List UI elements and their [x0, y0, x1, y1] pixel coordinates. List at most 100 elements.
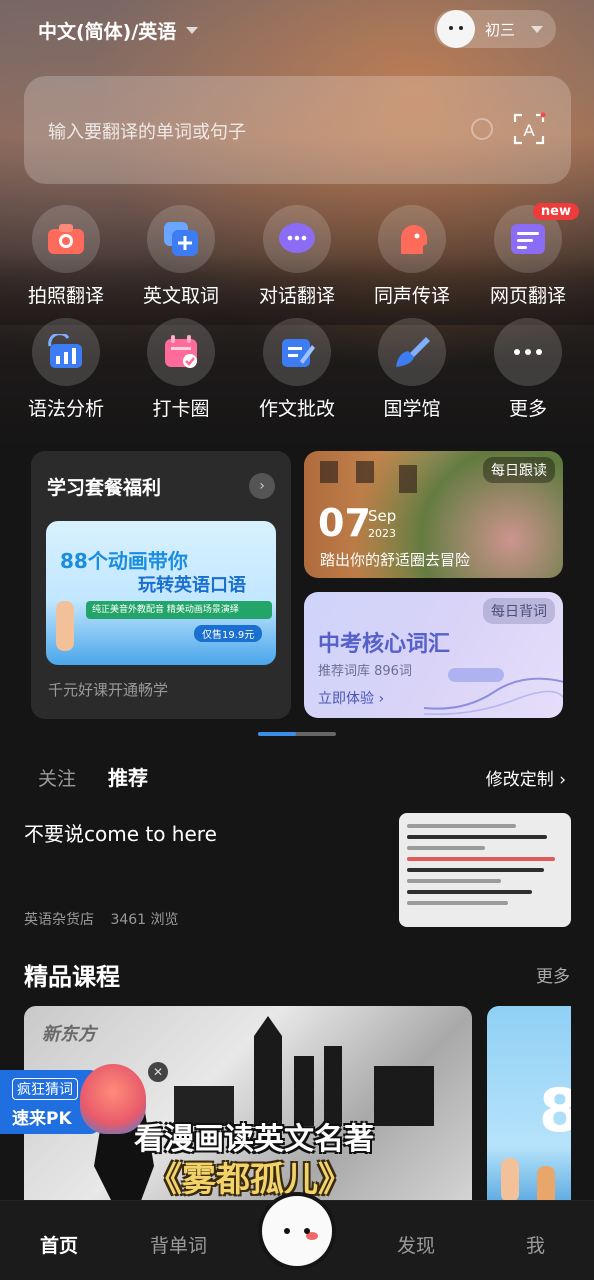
person-figure	[56, 601, 74, 651]
thumb-line	[407, 824, 517, 828]
daily-vocab-tag: 每日背词	[483, 598, 555, 624]
tool-dialogue-translate[interactable]: 对话翻译	[242, 205, 352, 308]
photo-text-icon[interactable]: A	[512, 112, 546, 146]
banner-line3: 纯正美音外教配音 精美动画场景演绎	[86, 601, 272, 619]
nav-discover[interactable]: 发现	[397, 1231, 435, 1258]
carousel-indicator-active	[258, 732, 296, 736]
tool-simultaneous-interp[interactable]: 同声传译	[357, 205, 467, 308]
customize-link[interactable]: 修改定制 ›	[486, 765, 566, 790]
course-title-line2: 《雾都孤儿》	[148, 1160, 352, 1200]
tool-label: 拍照翻译	[27, 285, 104, 307]
search-box[interactable]: 输入要翻译的单词或句子 A	[24, 76, 571, 184]
thumb-line	[407, 879, 501, 883]
article-thumbnail[interactable]	[399, 813, 571, 927]
camera-icon	[32, 205, 100, 273]
course-card[interactable]: 8	[487, 1006, 571, 1206]
tool-word-pick[interactable]: 英文取词	[126, 205, 236, 308]
daily-reading-card[interactable]: 每日跟读 07 Sep 2023 踏出你的舒适圈去冒险	[304, 451, 563, 578]
tool-web-translate[interactable]: new 网页翻译	[473, 203, 583, 308]
tool-label: 作文批改	[258, 398, 335, 420]
courses-more-link[interactable]: 更多	[536, 962, 570, 987]
mascot-icon	[80, 1064, 146, 1134]
tab-recommend[interactable]: 推荐	[108, 762, 148, 791]
essay-edit-icon	[263, 318, 331, 386]
article-title[interactable]: 不要说come to here	[24, 818, 217, 847]
chevron-down-icon	[186, 26, 199, 34]
tool-label: 对话翻译	[258, 285, 335, 307]
vocab-cta-link[interactable]: 立即体验 ›	[318, 688, 384, 708]
tool-label: 更多	[508, 398, 547, 420]
microphone-icon[interactable]	[471, 118, 493, 140]
user-grade: 初三	[485, 20, 516, 39]
thumb-line	[407, 890, 532, 894]
daily-quote: 踏出你的舒适圈去冒险	[320, 551, 471, 569]
promo-subtitle: 千元好课开通畅学	[48, 681, 169, 699]
daily-reading-tag: 每日跟读	[483, 457, 555, 483]
svg-text:A: A	[523, 121, 535, 140]
vocab-subtitle: 推荐词库 896词	[318, 664, 412, 679]
date-day: 07	[318, 501, 371, 545]
ad-line1: 疯狂猜词	[12, 1078, 78, 1100]
feed-tabs: 关注 推荐	[38, 762, 148, 791]
nav-vocabulary[interactable]: 背单词	[150, 1231, 207, 1258]
tool-label: 英文取词	[142, 285, 219, 307]
london-skyline	[174, 1016, 434, 1126]
curve-decoration	[424, 668, 563, 715]
thumb-line	[407, 835, 548, 839]
tool-label: 国学馆	[383, 398, 441, 420]
chat-bubble-icon	[263, 205, 331, 273]
building-window	[320, 461, 338, 483]
thumb-line	[407, 901, 509, 905]
building-window	[356, 461, 374, 483]
date-month: Sep	[368, 507, 397, 525]
close-icon[interactable]: ✕	[148, 1062, 168, 1082]
grammar-chart-icon	[32, 318, 100, 386]
carousel-indicator	[258, 732, 336, 736]
thumb-line	[407, 857, 556, 861]
courses-title: 精品课程	[24, 963, 120, 991]
floating-game-ad[interactable]: 疯狂猜词 速来PK ✕	[0, 1062, 168, 1138]
user-profile-pill[interactable]: 初三	[434, 10, 556, 48]
ad-line2: 速来PK	[12, 1109, 72, 1129]
daily-vocab-card[interactable]: 每日背词 中考核心词汇 推荐词库 896词 立即体验 ›	[304, 592, 563, 718]
course-logo: 新东方	[42, 1024, 96, 1045]
add-word-icon	[147, 205, 215, 273]
tool-label: 网页翻译	[489, 285, 566, 307]
mascot-cheek	[306, 1232, 318, 1240]
vocab-title: 中考核心词汇	[318, 632, 451, 657]
tool-more[interactable]: 更多	[473, 318, 583, 421]
tool-grammar-analysis[interactable]: 语法分析	[11, 318, 121, 421]
chevron-down-icon	[531, 25, 544, 33]
article-source: 英语杂货店	[24, 912, 94, 928]
tool-essay-correction[interactable]: 作文批改	[242, 318, 352, 421]
banner-line1: 88个动画带你	[60, 549, 188, 573]
promo-banner[interactable]: 88个动画带你 玩转英语口语 纯正美音外教配音 精美动画场景演绎 仅售19.9元	[46, 521, 276, 665]
tool-label: 同声传译	[373, 285, 450, 307]
article-views: 3461 浏览	[110, 912, 179, 928]
language-label: 中文(简体)/英语	[38, 20, 177, 43]
chevron-right-icon[interactable]: ›	[249, 473, 275, 499]
mascot-face-icon	[262, 1196, 332, 1266]
tab-follow[interactable]: 关注	[38, 764, 76, 791]
new-badge: new	[532, 203, 579, 220]
building-window	[399, 465, 417, 493]
nav-home[interactable]: 首页	[40, 1231, 78, 1258]
promo-card[interactable]: 学习套餐福利 › 88个动画带你 玩转英语口语 纯正美音外教配音 精美动画场景演…	[31, 451, 291, 719]
language-selector[interactable]: 中文(简体)/英语	[38, 16, 199, 44]
tool-photo-translate[interactable]: 拍照翻译	[11, 205, 121, 308]
banner-line2: 玩转英语口语	[138, 575, 246, 596]
date-year: 2023	[368, 527, 396, 540]
calendar-check-icon	[147, 318, 215, 386]
search-input[interactable]: 输入要翻译的单词或句子	[48, 118, 246, 144]
avatar	[437, 10, 475, 48]
course-number-decoration: 8	[539, 1076, 571, 1146]
tool-chinese-classics[interactable]: 国学馆	[357, 318, 467, 421]
nav-me[interactable]: 我	[526, 1231, 545, 1258]
banner-price: 仅售19.9元	[194, 625, 263, 642]
thumb-line	[407, 846, 485, 850]
brush-icon	[378, 318, 446, 386]
article-meta: 英语杂货店 3461 浏览	[24, 909, 179, 929]
tool-checkin-circle[interactable]: 打卡圈	[126, 318, 236, 421]
more-icon	[494, 318, 562, 386]
center-mascot-button[interactable]	[258, 1192, 336, 1270]
